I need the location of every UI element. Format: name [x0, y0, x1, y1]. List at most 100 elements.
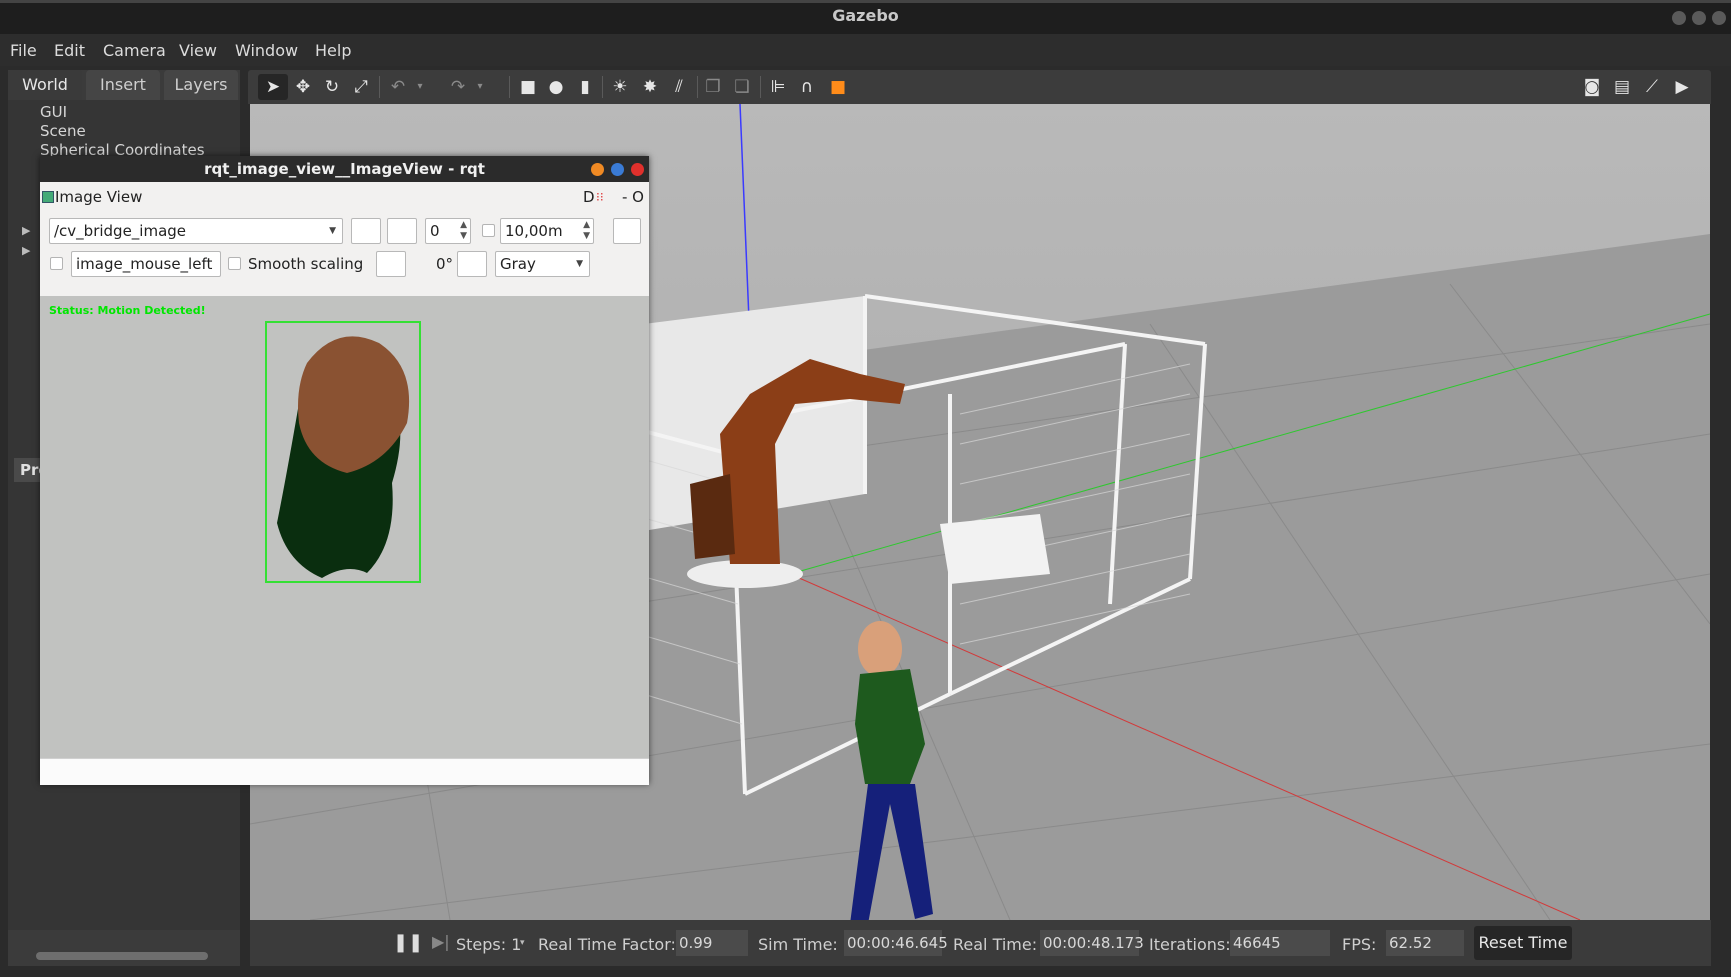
image-display[interactable]: Status: Motion Detected!	[40, 296, 649, 758]
motion-status-text: Status: Motion Detected!	[49, 304, 206, 317]
plot-icon[interactable]: ⟋	[1642, 78, 1662, 96]
smooth-scaling-label: Smooth scaling	[248, 255, 364, 273]
iterations-label: Iterations:	[1149, 935, 1231, 954]
iterations-field: 46645	[1230, 930, 1330, 956]
spot-light-icon[interactable]: ✸	[640, 78, 660, 96]
image-view-plugin-icon	[42, 191, 54, 203]
redo-icon[interactable]: ↷	[448, 78, 468, 96]
plugin-reload-icon[interactable]: ⁝⁝	[596, 190, 604, 204]
menu-edit[interactable]: Edit	[54, 41, 85, 60]
minimize-button[interactable]	[1672, 11, 1686, 25]
translate-icon[interactable]: ✥	[293, 78, 313, 96]
sim-time-field: 00:00:46.645	[844, 930, 948, 956]
expand-arrow-icon[interactable]: ▶	[22, 224, 30, 237]
toolbar-separator	[509, 76, 510, 98]
reset-time-button[interactable]: Reset Time	[1474, 926, 1572, 960]
menu-view[interactable]: View	[179, 41, 217, 60]
menu-file[interactable]: File	[10, 41, 37, 60]
color-scheme-value: Gray	[500, 255, 536, 273]
cylinder-icon[interactable]: ▮	[575, 78, 595, 96]
tree-item-gui[interactable]: GUI	[40, 103, 67, 121]
smooth-scaling-checkbox[interactable]	[228, 257, 241, 270]
tab-insert[interactable]: Insert	[86, 70, 160, 100]
align-icon[interactable]: ⊫	[768, 78, 788, 96]
rotate-icon[interactable]: ↻	[322, 78, 342, 96]
human-head	[858, 621, 902, 677]
toolbar-separator	[697, 76, 698, 98]
undo-dropdown-icon[interactable]: ▾	[410, 78, 430, 96]
point-light-icon[interactable]: ☀	[610, 78, 630, 96]
plugin-close-button[interactable]: - O	[622, 188, 644, 206]
log-icon[interactable]: ▤	[1612, 78, 1632, 96]
tab-layers[interactable]: Layers	[164, 70, 238, 100]
menu-window[interactable]: Window	[235, 41, 298, 60]
rqt-minimize-button[interactable]	[591, 163, 604, 176]
rotate-right-button[interactable]	[457, 251, 487, 277]
spin-down-icon[interactable]: ▼	[460, 231, 467, 241]
redo-dropdown-icon[interactable]: ▾	[470, 78, 490, 96]
robot-base-plate	[687, 560, 803, 588]
plugin-title: Image View	[55, 188, 143, 206]
refresh-topics-button[interactable]	[351, 218, 381, 244]
view-angle-icon[interactable]: ■	[828, 78, 848, 96]
topic-value: /cv_bridge_image	[54, 222, 187, 240]
paste-icon[interactable]: ❏	[732, 78, 752, 96]
plugin-header: Image View D ⁝⁝ - O	[40, 182, 649, 212]
select-arrow-icon[interactable]: ➤	[263, 78, 283, 96]
toolbar: ➤ ✥ ↻ ⤢ ↶ ▾ ↷ ▾ ■ ● ▮ ☀ ✸ ⫽ ❐ ❏ ⊫ ∩ ■ ◙ …	[248, 70, 1711, 104]
rqt-status-area	[40, 758, 649, 785]
snap-icon[interactable]: ∩	[797, 78, 817, 96]
zoom-button[interactable]	[387, 218, 417, 244]
rqt-window-title: rqt_image_view__ImageView - rqt	[204, 160, 485, 178]
window-title: Gazebo	[832, 6, 899, 25]
color-scheme-select[interactable]: Gray ▼	[495, 251, 590, 277]
horizontal-scrollbar[interactable]	[36, 952, 208, 960]
rotate-left-button[interactable]	[376, 251, 406, 277]
spin-box[interactable]: 0 ▲ ▼	[425, 218, 471, 244]
step-icon[interactable]: ▶|	[432, 932, 450, 951]
menu-camera[interactable]: Camera	[103, 41, 166, 60]
box-icon[interactable]: ■	[518, 78, 538, 96]
topic-select[interactable]: /cv_bridge_image ▼	[49, 218, 343, 244]
spin-value: 0	[430, 222, 440, 240]
distance-spinbox[interactable]: 10,00m ▲ ▼	[500, 218, 594, 244]
steps-label[interactable]: Steps: 1	[456, 935, 521, 954]
save-image-button[interactable]	[613, 218, 641, 244]
spin-up-icon[interactable]: ▲	[460, 220, 467, 230]
mouse-topic-input[interactable]: image_mouse_left	[71, 251, 221, 277]
close-button[interactable]	[1712, 11, 1726, 25]
rtf-field: 0.99	[676, 930, 748, 956]
rotation-label: 0°	[436, 255, 454, 273]
plugin-help-button[interactable]: D	[583, 188, 595, 206]
chevron-down-icon: ▼	[576, 259, 583, 269]
scale-icon[interactable]: ⤢	[351, 78, 371, 96]
menubar: File Edit Camera View Window Help	[0, 34, 1731, 66]
fps-label: FPS:	[1342, 935, 1377, 954]
video-icon[interactable]: ▶	[1672, 78, 1692, 96]
sphere-icon[interactable]: ●	[546, 78, 566, 96]
spin-down-icon[interactable]: ▼	[583, 231, 590, 241]
detection-bounding-box	[265, 321, 421, 583]
screenshot-icon[interactable]: ◙	[1582, 78, 1602, 96]
tab-world[interactable]: World	[8, 70, 82, 100]
steps-dropdown-icon[interactable]: ▾	[520, 938, 525, 948]
directional-light-icon[interactable]: ⫽	[669, 78, 689, 96]
undo-icon[interactable]: ↶	[388, 78, 408, 96]
toolbar-separator	[602, 76, 603, 98]
real-time-field: 00:00:48.173	[1040, 930, 1144, 956]
expand-arrow-icon[interactable]: ▶	[22, 244, 30, 257]
spin-up-icon[interactable]: ▲	[583, 220, 590, 230]
tree-item-scene[interactable]: Scene	[40, 122, 86, 140]
distance-value: 10,00m	[505, 222, 563, 240]
rqt-maximize-button[interactable]	[611, 163, 624, 176]
mouse-publish-checkbox[interactable]	[50, 257, 63, 270]
menu-help[interactable]: Help	[315, 41, 351, 60]
work-table	[940, 514, 1050, 584]
maximize-button[interactable]	[1692, 11, 1706, 25]
copy-icon[interactable]: ❐	[703, 78, 723, 96]
pause-icon[interactable]: ❚❚	[393, 932, 423, 953]
detected-person-image	[277, 336, 410, 578]
chevron-down-icon: ▼	[329, 226, 336, 236]
rqt-close-button[interactable]	[631, 163, 644, 176]
distance-checkbox[interactable]	[482, 224, 495, 237]
